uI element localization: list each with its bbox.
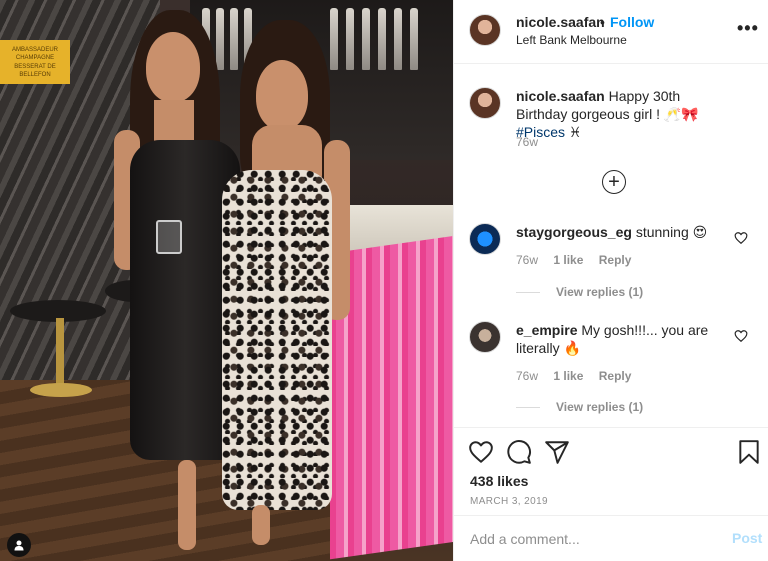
drink-glass (156, 220, 182, 254)
avatar[interactable] (469, 87, 501, 119)
avatar[interactable] (469, 223, 501, 255)
comment-body: stunning 😍 (635, 224, 708, 240)
separator-dot: • (600, 14, 605, 30)
comment-likes[interactable]: 1 like (553, 369, 583, 383)
view-replies-button[interactable]: View replies (1) (516, 285, 643, 299)
comment-username[interactable]: staygorgeous_eg (516, 224, 632, 240)
bottle (362, 8, 370, 70)
leopard-dress (222, 170, 332, 510)
reply-button[interactable]: Reply (599, 369, 632, 383)
comment-time[interactable]: 76w (516, 369, 538, 383)
comments-list[interactable]: nicole.saafan Happy 30th Birthday gorgeo… (454, 65, 768, 427)
heart-icon[interactable] (734, 329, 748, 343)
comment-text: staygorgeous_eg stunning 😍 (516, 223, 726, 241)
likes-count[interactable]: 438 likes (470, 473, 528, 489)
heart-icon[interactable] (734, 231, 748, 245)
avatar[interactable] (469, 321, 501, 353)
comment-meta: 76w 1 like Reply (516, 369, 643, 383)
avatar[interactable] (469, 14, 501, 46)
post-photo[interactable]: AMBASSADEUR CHAMPAGNE BESSERAT DE BELLEF… (0, 0, 453, 561)
champagne-sign: AMBASSADEUR CHAMPAGNE BESSERAT DE BELLEF… (0, 40, 70, 84)
sign-text: CHAMPAGNE (15, 55, 55, 62)
plus-circle-icon[interactable]: + (602, 170, 626, 194)
leg (178, 460, 196, 550)
post-button[interactable]: Post (732, 530, 762, 546)
author-username[interactable]: nicole.saafan (516, 14, 605, 30)
comment-text: e_empire My gosh!!!... you are literally… (516, 321, 726, 357)
user-tag-button[interactable] (7, 533, 31, 557)
heart-icon[interactable] (468, 439, 494, 465)
bookmark-icon[interactable] (736, 439, 762, 465)
caption-emoji: ♓ (568, 124, 582, 140)
follow-button[interactable]: Follow (610, 14, 654, 30)
sign-text: BESSERAT DE BELLEFON (14, 63, 56, 79)
post-actions: 438 likes MARCH 3, 2019 (454, 427, 768, 515)
view-replies-label: View replies (1) (556, 400, 644, 414)
comment-likes[interactable]: 1 like (553, 253, 583, 267)
caption-username[interactable]: nicole.saafan (516, 88, 605, 104)
caption-time[interactable]: 76w (516, 135, 538, 149)
face (256, 60, 308, 130)
comment-input[interactable] (470, 530, 710, 548)
comment-bubble-icon[interactable] (506, 439, 532, 465)
comment-username[interactable]: e_empire (516, 322, 577, 338)
view-replies-button[interactable]: View replies (1) (516, 400, 643, 414)
comment-time[interactable]: 76w (516, 253, 538, 267)
reply-button[interactable]: Reply (599, 253, 632, 267)
bottle (378, 8, 386, 70)
face (146, 32, 200, 102)
stool-base (30, 383, 92, 397)
post-side-panel: nicole.saafan • Follow Left Bank Melbour… (453, 0, 768, 561)
post-date[interactable]: MARCH 3, 2019 (470, 496, 548, 507)
post-header: nicole.saafan • Follow Left Bank Melbour… (454, 0, 768, 64)
ellipsis-icon[interactable]: ••• (737, 18, 759, 39)
stool-leg (56, 318, 64, 388)
add-comment-bar: Post (454, 515, 768, 561)
view-replies-label: View replies (1) (556, 285, 644, 299)
bottle (394, 8, 402, 70)
comment-meta: 76w 1 like Reply (516, 253, 643, 267)
caption-meta: 76w (516, 135, 550, 149)
paper-plane-icon[interactable] (544, 439, 570, 465)
location-link[interactable]: Left Bank Melbourne (516, 33, 627, 47)
leg (252, 505, 270, 545)
person-icon (14, 540, 24, 551)
person-right (212, 20, 362, 550)
caption-text: nicole.saafan Happy 30th Birthday gorgeo… (516, 87, 726, 141)
sign-text: AMBASSADEUR (11, 47, 58, 53)
bottle (410, 8, 418, 70)
